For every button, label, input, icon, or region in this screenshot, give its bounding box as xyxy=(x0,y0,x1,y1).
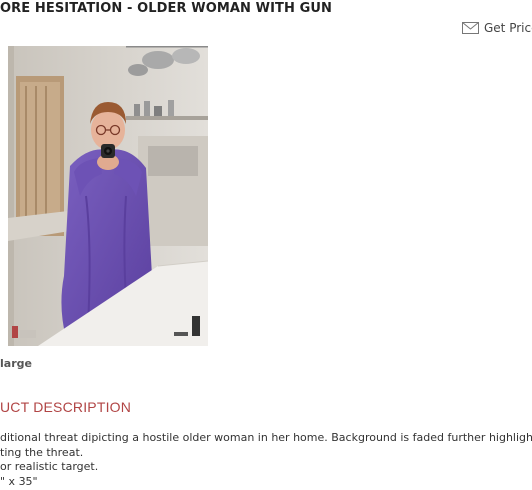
product-description-list: ditional threat dipicting a hostile olde… xyxy=(0,431,532,489)
product-description-heading: UCT DESCRIPTION xyxy=(0,399,132,415)
product-image[interactable] xyxy=(8,46,208,346)
description-line: " x 35" xyxy=(0,474,38,488)
get-price-label: Get Price xyxy=(484,21,532,35)
get-price-link[interactable]: Get Price xyxy=(462,21,532,35)
description-line: or realistic target. xyxy=(0,460,99,473)
description-line: ting the threat. xyxy=(0,445,84,459)
envelope-icon xyxy=(462,22,479,34)
product-title: ORE HESITATION - OLDER WOMAN WITH GUN xyxy=(0,1,333,16)
description-line: ditional threat dipicting a hostile olde… xyxy=(0,431,532,444)
target-illustration xyxy=(8,46,208,346)
enlarge-link[interactable]: large xyxy=(0,357,32,370)
